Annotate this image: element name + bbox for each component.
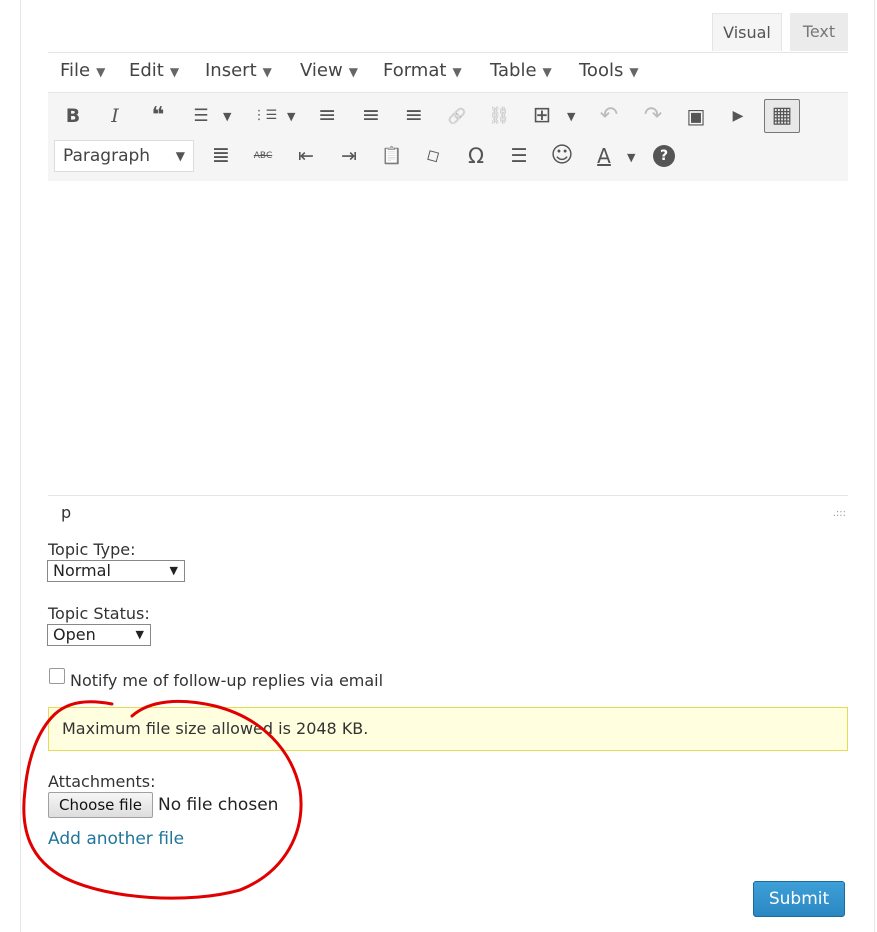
emoticon-icon[interactable]: ☺ (547, 141, 577, 171)
align-center-icon[interactable]: ≡ (356, 101, 386, 131)
topic-type-value: Normal (53, 561, 111, 580)
menu-format[interactable]: Format ▼ (383, 60, 462, 81)
chevron-down-icon[interactable]: ▼ (223, 110, 231, 123)
italic-icon[interactable]: I (100, 101, 130, 131)
chevron-down-icon: ▼ (96, 65, 106, 79)
editor-statusbar: p .::: (48, 495, 848, 530)
menu-label: Insert (205, 60, 257, 81)
paste-text-icon[interactable]: 📋 (377, 141, 407, 171)
menu-label: Tools (579, 60, 624, 81)
bullet-list-icon[interactable]: ☰ (186, 101, 216, 131)
file-status-text: No file chosen (158, 795, 279, 815)
menu-tools[interactable]: Tools ▼ (579, 60, 639, 81)
topic-status-select[interactable]: Open ▼ (47, 624, 151, 646)
notify-checkbox[interactable] (49, 668, 65, 684)
choose-file-button[interactable]: Choose file (48, 792, 153, 818)
menu-label: Format (383, 60, 447, 81)
submit-button[interactable]: Submit (753, 881, 845, 917)
attachments-label: Attachments: (48, 772, 156, 791)
resize-handle-icon[interactable]: .::: (833, 508, 846, 519)
topic-status-label: Topic Status: (48, 604, 150, 623)
format-select[interactable]: Paragraph ▼ (54, 140, 194, 172)
table-icon[interactable]: ⊞ (527, 101, 557, 131)
notify-label[interactable]: Notify me of follow-up replies via email (70, 671, 383, 690)
chevron-down-icon: ▼ (135, 628, 144, 641)
topic-type-select[interactable]: Normal ▼ (47, 560, 185, 582)
topic-status-value: Open (53, 625, 96, 644)
align-right-icon[interactable]: ≡ (398, 101, 428, 131)
undo-icon[interactable]: ↶ (594, 101, 624, 131)
align-left-icon[interactable]: ≡ (313, 101, 343, 131)
chevron-down-icon: ▼ (262, 65, 272, 79)
menu-label: Edit (129, 60, 164, 81)
horizontal-line-icon[interactable]: ☰ (504, 141, 534, 171)
chevron-down-icon[interactable]: ▼ (567, 110, 575, 123)
bold-icon[interactable]: B (58, 101, 88, 131)
format-select-value: Paragraph (63, 146, 151, 166)
menu-edit[interactable]: Edit ▼ (129, 60, 179, 81)
editor-content-area[interactable] (48, 181, 848, 495)
chevron-down-icon: ▼ (629, 65, 639, 79)
strikethrough-icon[interactable]: ABC (248, 141, 278, 171)
chevron-down-icon: ▼ (542, 65, 552, 79)
menu-insert[interactable]: Insert ▼ (205, 60, 272, 81)
redo-icon[interactable]: ↷ (638, 101, 668, 131)
editor-toolbar: B I ❝ ☰ ▼ ⋮☰ ▼ ≡ ≡ ≡ 🔗 ⛓ ⊞ ▼ ↶ ↷ ▣ ▶ ▦ P… (48, 92, 848, 182)
outdent-icon[interactable]: ⇤ (291, 141, 321, 171)
menu-view[interactable]: View ▼ (300, 60, 358, 81)
blockquote-icon[interactable]: ❝ (143, 101, 173, 131)
chevron-down-icon[interactable]: ▼ (627, 151, 635, 164)
special-character-icon[interactable]: Ω (461, 141, 491, 171)
toolbar-toggle-icon[interactable]: ▦ (764, 99, 800, 133)
link-icon[interactable]: 🔗 (442, 101, 472, 131)
help-icon[interactable]: ? (653, 145, 675, 167)
tab-visual[interactable]: Visual (712, 13, 782, 51)
file-size-notice: Maximum file size allowed is 2048 KB. (48, 707, 848, 751)
menu-file[interactable]: File ▼ (60, 60, 105, 81)
clear-formatting-icon[interactable]: ◇ (413, 136, 454, 177)
menu-label: Table (490, 60, 537, 81)
editor-menubar: File ▼ Edit ▼ Insert ▼ View ▼ Format ▼ Table ▼… (48, 52, 848, 93)
tab-text[interactable]: Text (790, 13, 848, 51)
media-icon[interactable]: ▶ (723, 101, 753, 131)
text-color-icon[interactable]: A (589, 141, 619, 171)
chevron-down-icon: ▼ (169, 564, 178, 577)
chevron-down-icon: ▼ (452, 65, 462, 79)
indent-icon[interactable]: ⇥ (334, 141, 364, 171)
menu-label: File (60, 60, 91, 81)
topic-type-label: Topic Type: (48, 540, 136, 559)
chevron-down-icon[interactable]: ▼ (287, 110, 295, 123)
unlink-icon[interactable]: ⛓ (484, 101, 514, 131)
image-icon[interactable]: ▣ (681, 101, 711, 131)
add-another-file-link[interactable]: Add another file (48, 829, 184, 849)
numbered-list-icon[interactable]: ⋮☰ (250, 101, 280, 131)
chevron-down-icon: ▼ (169, 65, 180, 79)
chevron-down-icon: ▼ (175, 149, 185, 163)
menu-table[interactable]: Table ▼ (490, 60, 552, 81)
chevron-down-icon: ▼ (348, 65, 358, 79)
justify-icon[interactable]: ≣ (206, 141, 236, 171)
element-path[interactable]: p (61, 503, 71, 522)
menu-label: View (300, 60, 343, 81)
